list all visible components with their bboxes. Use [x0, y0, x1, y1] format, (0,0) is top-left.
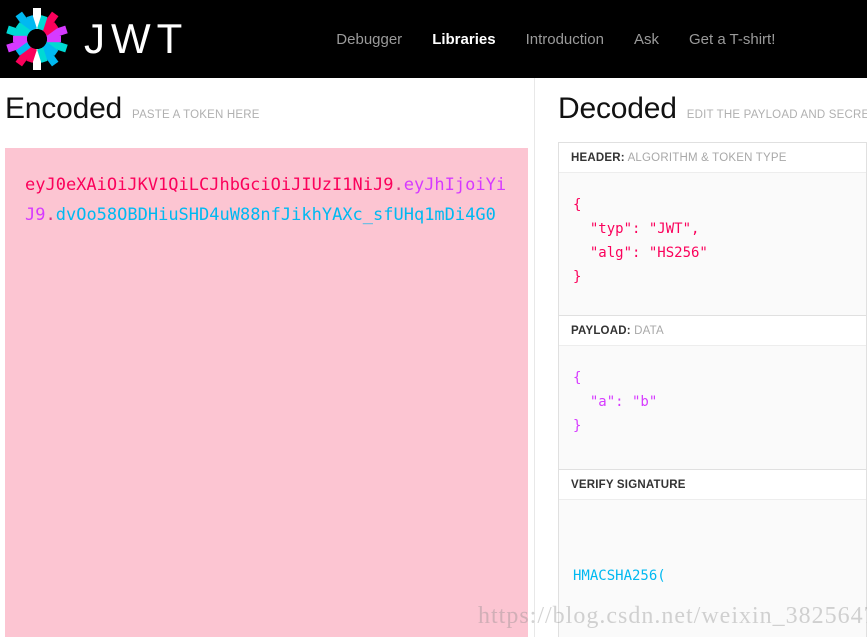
nav-link-debugger[interactable]: Debugger [336, 31, 402, 48]
nav-link-get-a-tshirt[interactable]: Get a T-shirt! [689, 31, 775, 48]
token-separator-2: . [45, 205, 56, 225]
verify-signature-body: HMACSHA256( base64UrlEncode(header) + ".… [559, 500, 866, 637]
encoded-panel-header: Encoded PASTE A TOKEN HERE [0, 78, 534, 126]
token-signature-segment: dvOo58OBDHiuSHD4uW88nfJikhYAXc_sfUHq1mDi… [55, 205, 496, 225]
decoded-title: Decoded [558, 92, 677, 125]
nav-links: Debugger Libraries Introduction Ask Get … [336, 31, 775, 48]
decoded-payload-section: PAYLOAD: DATA { "a": "b" } [558, 315, 867, 469]
decoded-header-json[interactable]: { "typ": "JWT", "alg": "HS256" } [559, 173, 866, 315]
decoded-sections: HEADER: ALGORITHM & TOKEN TYPE { "typ": … [558, 142, 867, 637]
decoded-column: Decoded EDIT THE PAYLOAD AND SECRET HEAD… [552, 78, 867, 637]
nav-link-ask[interactable]: Ask [634, 31, 659, 48]
decoded-header-label: HEADER: ALGORITHM & TOKEN TYPE [559, 143, 866, 173]
decoded-header-label-main: HEADER: [571, 152, 625, 164]
encoded-token-input[interactable]: eyJ0eXAiOiJKV1QiLCJhbGciOiJIUzI1NiJ9.eyJ… [5, 148, 528, 637]
token-separator-1: . [393, 175, 404, 195]
token-header-segment: eyJ0eXAiOiJKV1QiLCJhbGciOiJIUzI1NiJ9 [25, 175, 394, 195]
nav-link-introduction[interactable]: Introduction [526, 31, 604, 48]
page-root: JWT Debugger Libraries Introduction Ask … [0, 0, 867, 637]
verify-signature-label: VERIFY SIGNATURE [559, 470, 866, 500]
verify-signature-label-main: VERIFY SIGNATURE [571, 479, 686, 491]
encoded-title: Encoded [5, 92, 123, 125]
brand-wordmark-text: JWT [84, 15, 189, 62]
encoded-subtitle: PASTE A TOKEN HERE [132, 109, 260, 121]
brand-logo[interactable]: JWT [4, 6, 188, 72]
encoded-column: Encoded PASTE A TOKEN HERE eyJ0eXAiOiJKV… [0, 78, 534, 637]
decoded-subtitle: EDIT THE PAYLOAD AND SECRET [686, 109, 867, 121]
brand-wordmark: JWT [84, 18, 188, 60]
decoded-payload-label: PAYLOAD: DATA [559, 316, 866, 346]
signature-formula-line-1: HMACSHA256( [573, 568, 666, 584]
column-divider [534, 78, 535, 637]
decoded-header-section: HEADER: ALGORITHM & TOKEN TYPE { "typ": … [558, 142, 867, 315]
decoded-payload-json[interactable]: { "a": "b" } [559, 346, 866, 469]
nav-link-libraries[interactable]: Libraries [432, 31, 495, 48]
decoded-panel-header: Decoded EDIT THE PAYLOAD AND SECRET [552, 78, 867, 126]
decoded-header-label-sub: ALGORITHM & TOKEN TYPE [627, 152, 787, 164]
decoded-payload-label-main: PAYLOAD: [571, 325, 631, 337]
verify-signature-section: VERIFY SIGNATURE HMACSHA256( base64UrlEn… [558, 469, 867, 637]
jwt-burst-logo-icon [4, 6, 70, 72]
top-navbar: JWT Debugger Libraries Introduction Ask … [0, 0, 867, 78]
decoded-payload-label-sub: DATA [634, 325, 664, 337]
